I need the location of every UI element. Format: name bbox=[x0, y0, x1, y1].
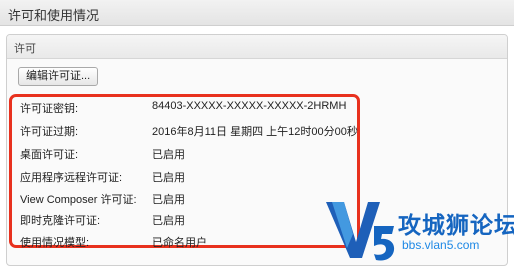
watermark-url: bbs.vlan5.com bbox=[402, 238, 480, 252]
view-composer-license-value: 已启用 bbox=[152, 194, 185, 206]
watermark: 攻城狮论坛 bbs.vlan5.com bbox=[322, 196, 514, 264]
edit-license-button[interactable]: 编辑许可证... bbox=[18, 67, 99, 86]
watermark-site-name: 攻城狮论坛 bbox=[398, 212, 514, 238]
license-key-value: 84403-XXXXX-XXXXX-XXXXX-2HRMH bbox=[152, 100, 347, 112]
page-header: 许可和使用情况 bbox=[0, 0, 514, 26]
usage-model-label: 使用情况模型: bbox=[20, 237, 90, 249]
license-panel-title: 许可 bbox=[14, 43, 36, 55]
v5-logo-icon bbox=[326, 202, 395, 261]
desktop-license-label: 桌面许可证: bbox=[20, 149, 79, 161]
license-panel-header: 许可 bbox=[7, 35, 507, 59]
view-composer-license-label: View Composer 许可证: bbox=[20, 194, 137, 206]
page-title: 许可和使用情况 bbox=[8, 8, 100, 23]
instant-clone-license-label: 即时克隆许可证: bbox=[20, 215, 101, 227]
desktop-license-value: 已启用 bbox=[152, 149, 185, 161]
instant-clone-license-value: 已启用 bbox=[152, 215, 185, 227]
usage-model-value: 已命名用户 bbox=[152, 237, 207, 249]
app-remoting-license-value: 已启用 bbox=[152, 172, 185, 184]
license-expiry-label: 许可证过期: bbox=[20, 126, 79, 138]
app-remoting-license-label: 应用程序远程许可证: bbox=[20, 172, 123, 184]
license-expiry-value: 2016年8月11日 星期四 上午12时00分00秒 bbox=[152, 126, 358, 138]
license-key-label: 许可证密钥: bbox=[20, 103, 79, 115]
